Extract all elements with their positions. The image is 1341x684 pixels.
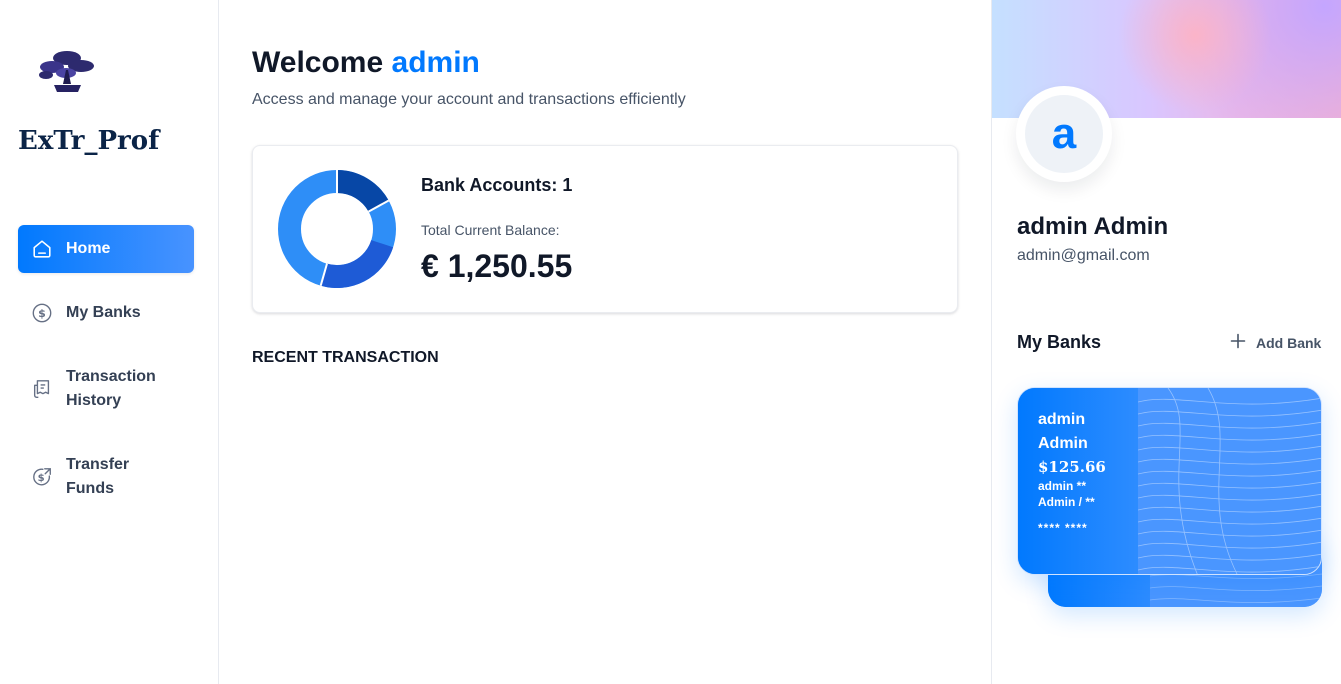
sidebar: ExTr_Prof Home $ My Banks Transaction Hi… xyxy=(0,0,219,684)
total-balance-card: Bank Accounts: 1 Total Current Balance: … xyxy=(252,145,958,313)
bank-card-name: admin Admin xyxy=(1038,411,1088,452)
avatar[interactable]: a xyxy=(1016,86,1112,182)
sidebar-item-my-banks[interactable]: $ My Banks xyxy=(18,293,194,333)
total-balance-label: Total Current Balance: xyxy=(421,222,560,238)
svg-text:$: $ xyxy=(38,473,45,484)
sidebar-item-label: Transfer Funds xyxy=(66,456,130,497)
profile-email: admin@gmail.com xyxy=(1017,247,1150,264)
recent-transactions-title: RECENT TRANSACTION xyxy=(252,349,439,366)
total-balance-value: € 1,250.55 xyxy=(421,248,573,284)
bank-card-info: admin Admin $125.66 admin ** Admin / ** … xyxy=(1038,408,1118,538)
welcome-text: Welcome xyxy=(252,46,384,79)
main-content: Welcome admin Access and manage your acc… xyxy=(219,0,991,684)
bonsai-logo-icon[interactable] xyxy=(36,44,98,94)
svg-text:$: $ xyxy=(38,307,46,320)
add-bank-label: Add Bank xyxy=(1256,334,1322,351)
page-subtitle: Access and manage your account and trans… xyxy=(252,91,686,108)
sidebar-item-label: Home xyxy=(66,240,111,257)
right-sidebar: a admin Admin admin@gmail.com My Banks A… xyxy=(991,0,1341,684)
bank-accounts-count: Bank Accounts: 1 xyxy=(421,175,573,195)
add-bank-button[interactable]: Add Bank xyxy=(1230,333,1321,352)
sidebar-item-transaction-history[interactable]: Transaction History xyxy=(18,365,194,413)
welcome-user: admin xyxy=(391,46,480,79)
sidebar-item-transfer-funds[interactable]: $ Transfer Funds xyxy=(18,453,194,501)
brand-name: ExTr_Prof xyxy=(18,126,160,156)
receipt-icon xyxy=(30,377,54,401)
bank-card-owner: admin ** Admin / ** xyxy=(1038,479,1095,509)
sidebar-item-label: My Banks xyxy=(66,304,141,321)
plus-icon xyxy=(1230,333,1246,352)
bank-card-balance: $125.66 xyxy=(1038,458,1106,476)
donut-segment-mid xyxy=(320,239,394,288)
dollar-circle-icon: $ xyxy=(30,301,54,325)
app: ExTr_Prof Home $ My Banks Transaction Hi… xyxy=(0,0,1341,684)
card-wave-pattern xyxy=(1137,388,1321,574)
donut-segment-dark xyxy=(336,170,389,213)
page-title: Welcome admin xyxy=(252,46,480,80)
sidebar-item-label: Transaction History xyxy=(66,368,156,409)
avatar-initial: a xyxy=(1025,95,1103,173)
bank-card-number: **** **** xyxy=(1038,521,1088,535)
bank-card[interactable]: admin Admin $125.66 admin ** Admin / ** … xyxy=(1017,387,1322,575)
my-banks-title: My Banks xyxy=(1017,332,1102,352)
sidebar-item-home[interactable]: Home xyxy=(18,225,194,273)
profile-name: admin Admin xyxy=(1017,213,1169,240)
money-send-icon: $ xyxy=(30,465,54,489)
home-icon xyxy=(30,237,54,261)
balance-donut-chart xyxy=(278,170,396,288)
